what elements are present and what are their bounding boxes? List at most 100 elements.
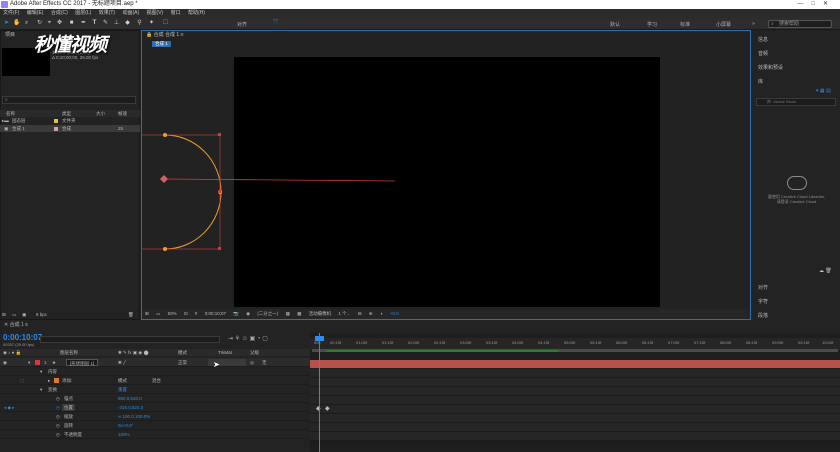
snap-options-icon[interactable]: ⤧	[272, 20, 279, 27]
interpret-footage-icon[interactable]: ⊞	[2, 310, 6, 319]
expand-chevron-icon[interactable]: ▸	[48, 376, 50, 385]
motion-blur-icon[interactable]: ◔	[257, 336, 261, 342]
stopwatch-icon[interactable]: ◷	[56, 430, 60, 439]
comp-mini-flowchart-icon[interactable]: ⇥	[228, 336, 233, 342]
expand-chevron-icon[interactable]: ▾	[28, 358, 30, 367]
window-controls[interactable]: —□✕	[797, 0, 836, 9]
menu-effect[interactable]: 效果(T)	[99, 10, 115, 16]
visibility-icon[interactable]: ◉	[3, 358, 7, 367]
prop-row-position[interactable]: ◂ ◆ ▸ ◷ 位置 -316.0,524.0	[0, 403, 310, 412]
col-layer-name[interactable]: 图层名称	[60, 349, 78, 356]
prop-value[interactable]: -316.0,524.0	[118, 403, 143, 412]
region-icon[interactable]: ▦	[286, 311, 290, 316]
layer-name[interactable]: [形状图层 1]	[66, 359, 99, 366]
prop-row-rotation[interactable]: ◷ 旋转 0x+0.0°	[0, 421, 310, 430]
keyframe-icon[interactable]: ◆	[325, 405, 330, 412]
prop-value[interactable]: ∞ 100.0,100.0%	[118, 412, 150, 421]
new-folder-icon[interactable]: ▭	[12, 310, 16, 319]
shy-icon[interactable]: ☺	[242, 336, 248, 342]
maximize-icon[interactable]: □	[811, 1, 823, 7]
timeline-timecode[interactable]: 0:00:10:07	[3, 333, 42, 342]
selection-tool-icon[interactable]: ➤	[3, 20, 10, 27]
resolution-dropdown[interactable]: (二分之一)	[257, 311, 278, 316]
panel-menu-icon[interactable]: ≡	[25, 322, 28, 328]
flowchart-icon[interactable]: ⊕	[369, 311, 373, 316]
layer-duration-bar[interactable]	[310, 360, 840, 368]
stopwatch-icon[interactable]: ◷	[56, 394, 60, 403]
transform-handle[interactable]	[218, 133, 221, 136]
layer-row-shape-1[interactable]: ◉ ▾ 1 ★ [形状图层 1] ✱ ╱ 正常 ◎ 无	[0, 358, 310, 367]
draft-3d-icon[interactable]: ⚘	[235, 336, 240, 342]
prop-row-scale[interactable]: ◷ 缩放 ∞ 100.0,100.0%	[0, 412, 310, 421]
workspace-small-screen[interactable]: 小屏幕	[716, 21, 731, 28]
camera-snapshot-icon[interactable]: 📷	[233, 311, 239, 316]
frame-blending-icon[interactable]: ▣	[250, 336, 256, 342]
channel-icon[interactable]: ◉	[246, 311, 250, 316]
prop-value[interactable]: 960.0,540.0	[118, 394, 142, 403]
workspace-default[interactable]: 默认	[610, 21, 620, 28]
views-dropdown[interactable]: 1 个...	[338, 311, 350, 316]
stopwatch-icon[interactable]: ◷	[56, 421, 60, 430]
contents-group-row[interactable]: ▾ 内容	[0, 367, 310, 376]
col-name[interactable]: 名称	[6, 110, 15, 117]
col-trkmat[interactable]: TrkMat	[218, 349, 232, 356]
graph-editor-icon[interactable]: ▢	[262, 336, 268, 342]
menu-file[interactable]: 文件(F)	[3, 10, 19, 16]
prop-value[interactable]: 0x+0.0°	[118, 421, 133, 430]
menu-composition[interactable]: 合成(C)	[51, 10, 68, 16]
search-help-input[interactable]: ⌕ 搜索帮助	[768, 20, 832, 28]
workspace-standard[interactable]: 标准	[680, 21, 690, 28]
roto-brush-tool-icon[interactable]: ⚲	[136, 20, 143, 27]
keyframe-nav-icon[interactable]: ◂ ◆ ▸	[4, 403, 14, 412]
puppet-tool-icon[interactable]: ✦	[148, 20, 155, 27]
workspace-more-icon[interactable]: »	[752, 21, 755, 27]
cloud-sync-icon[interactable]: ☁ 🗑	[819, 268, 832, 274]
audio-panel-tab[interactable]: 音频	[758, 50, 768, 57]
shape-group-row[interactable]: ▢ ▸ 添加: 模式 混合	[0, 376, 310, 385]
transform-group-row[interactable]: ▾ 变换 重置	[0, 385, 310, 394]
pan-behind-tool-icon[interactable]: ✥	[56, 20, 63, 27]
info-panel-tab[interactable]: 信息	[758, 36, 768, 43]
timeline-search-input[interactable]	[40, 336, 220, 343]
menu-animation[interactable]: 动画(A)	[122, 10, 139, 16]
expand-chevron-icon[interactable]: ▾	[40, 367, 42, 376]
rectangle-tool-icon[interactable]: ■	[68, 20, 75, 27]
transform-reset-link[interactable]: 重置	[118, 385, 127, 394]
hand-tool-icon[interactable]: ✋	[13, 20, 20, 27]
expand-chevron-icon[interactable]: ▾	[40, 385, 42, 394]
menu-help[interactable]: 帮助(H)	[188, 10, 205, 16]
playhead-line[interactable]	[319, 333, 320, 452]
layer-mode-dropdown[interactable]: 正常	[178, 358, 187, 367]
transform-handle[interactable]	[218, 247, 221, 250]
snapping-checkbox-icon[interactable]: ☐	[162, 20, 169, 27]
viewer-timecode[interactable]: 0;00;10;07	[205, 311, 226, 316]
col-mode[interactable]: 模式	[178, 349, 187, 356]
bpc-label[interactable]: 8 bpc	[36, 310, 47, 319]
menu-edit[interactable]: 编辑(E)	[27, 10, 44, 16]
close-icon[interactable]: ✕	[823, 1, 836, 7]
project-search-input[interactable]: ⌕	[2, 96, 136, 104]
align-panel-tab[interactable]: 对齐	[758, 284, 768, 291]
prop-row-anchor[interactable]: ◷ 锚点 960.0,540.0	[0, 394, 310, 403]
parent-pick-whip-icon[interactable]: ◎	[250, 358, 254, 367]
vertex-handle[interactable]	[163, 133, 167, 137]
anchor-point-icon[interactable]	[160, 175, 168, 183]
camera-tool-icon[interactable]: ⌖	[46, 20, 53, 27]
new-comp-icon[interactable]: ▣	[22, 310, 26, 319]
menu-layer[interactable]: 图层(L)	[75, 10, 91, 16]
col-type[interactable]: 类型	[62, 110, 71, 117]
shape-layer-overlay[interactable]	[142, 31, 752, 321]
prop-value[interactable]: 100%	[118, 430, 130, 439]
library-search-input[interactable]: 库: Adobe Stock	[756, 98, 836, 106]
col-parent[interactable]: 父级	[250, 349, 259, 356]
text-tool-icon[interactable]: T	[91, 20, 98, 27]
project-item-comp[interactable]: ▣ 合成 1 合成 25	[0, 125, 140, 132]
libraries-tab[interactable]: 库	[758, 78, 763, 85]
col-fps[interactable]: 帧速	[118, 110, 127, 117]
ellipse-shape[interactable]	[164, 134, 222, 250]
camera-dropdown[interactable]: 活动摄像机	[309, 311, 332, 316]
vertex-handle[interactable]	[163, 247, 167, 251]
prop-row-opacity[interactable]: ◷ 不透明度 100%	[0, 430, 310, 439]
transform-handle[interactable]	[218, 190, 221, 193]
layer-switches[interactable]: ✱ ╱	[118, 358, 126, 367]
